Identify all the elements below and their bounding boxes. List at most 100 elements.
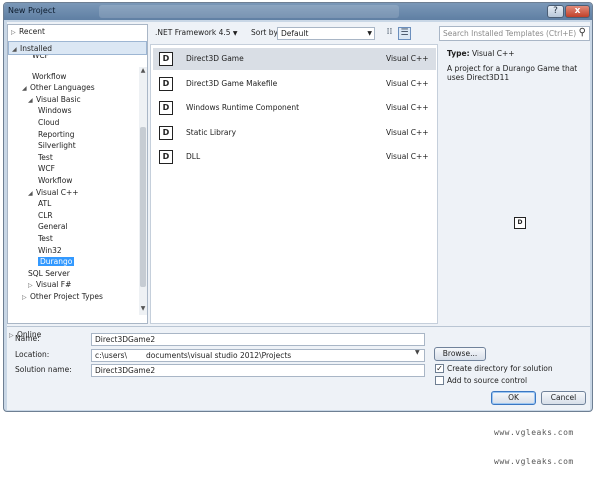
- type-label: Type:: [447, 49, 470, 58]
- tree-item[interactable]: Durango: [38, 256, 75, 268]
- template-icon: D: [159, 52, 173, 66]
- dropdown-arrow-icon[interactable]: ▼: [415, 349, 420, 356]
- template-tree: ▷ Recent ◢ Installed WCF Workflow ◢ Other Lan…: [7, 24, 148, 324]
- dropdown-arrow-icon: ▼: [367, 30, 372, 37]
- tree-item[interactable]: SQL Server: [28, 268, 70, 280]
- template-preview-icon: D: [514, 217, 526, 229]
- scroll-up-icon[interactable]: ▲: [139, 67, 147, 74]
- name-input[interactable]: Direct3DGame2: [91, 333, 425, 346]
- scroll-thumb[interactable]: [140, 127, 146, 287]
- tree-item-label: Workflow: [38, 176, 73, 185]
- tree-item[interactable]: WCF: [38, 163, 55, 175]
- tree-item[interactable]: CLR: [38, 210, 53, 222]
- expand-arrow-icon: ▷: [11, 29, 16, 36]
- template-icon: D: [159, 125, 173, 140]
- template-description: A project for a Durango Game that uses D…: [447, 64, 578, 82]
- create-directory-checkbox[interactable]: ✓: [435, 364, 444, 373]
- cancel-button[interactable]: Cancel: [541, 391, 586, 405]
- collapse-arrow-icon[interactable]: ◢: [28, 95, 36, 107]
- tree-item[interactable]: ◢ Other Languages: [22, 82, 95, 94]
- tree-item-label: ATL: [38, 199, 52, 209]
- title-bar[interactable]: New Project ? x: [4, 3, 592, 20]
- close-button[interactable]: x: [565, 5, 590, 18]
- dropdown-arrow-icon: ▼: [232, 30, 238, 37]
- scroll-down-icon[interactable]: ▼: [139, 305, 147, 312]
- tree-item[interactable]: ▷ Visual F#: [28, 279, 71, 291]
- template-icon: D: [159, 76, 173, 91]
- template-details: Type: Visual C++ A project for a Durango…: [439, 44, 590, 324]
- tree-item[interactable]: ◢ Visual C++: [28, 187, 79, 199]
- template-name: Static Library: [186, 127, 237, 137]
- location-label: Location:: [15, 350, 50, 359]
- tree-item-label: Workflow: [32, 71, 67, 81]
- framework-select[interactable]: .NET Framework 4.5 ▼: [155, 28, 238, 37]
- tree-item[interactable]: Workflow: [32, 71, 66, 83]
- search-templates-input[interactable]: Search Installed Templates (Ctrl+E) ⚲: [439, 26, 590, 41]
- collapse-arrow-icon[interactable]: ◢: [28, 188, 36, 200]
- sort-select[interactable]: Default ▼: [277, 27, 375, 40]
- browse-button[interactable]: Browse...: [434, 347, 486, 361]
- template-row[interactable]: D DLL Visual C++: [153, 146, 436, 168]
- new-project-dialog: New Project ? x ▷ Recent ◢ Installed WCF Wo…: [3, 2, 593, 412]
- tree-item[interactable]: General: [38, 221, 68, 233]
- template-list: D Direct3D Game Visual C++ D Direct3D Game M…: [150, 44, 438, 324]
- tree-item-label: General: [38, 222, 68, 232]
- collapse-arrow-icon: ◢: [12, 46, 17, 53]
- tree-item-label: Visual F#: [36, 280, 72, 290]
- tree-item[interactable]: Test: [38, 152, 53, 164]
- tree-item[interactable]: ▷ Other Project Types: [22, 291, 103, 303]
- template-language: Visual C++: [386, 54, 429, 63]
- expand-arrow-icon[interactable]: ▷: [22, 292, 30, 304]
- source-control-checkbox[interactable]: [435, 376, 444, 385]
- tree-installed[interactable]: ◢ Installed: [8, 41, 147, 55]
- type-value: Visual C++: [471, 49, 515, 58]
- template-icon: D: [159, 150, 173, 164]
- tree-item-label: Other Languages: [30, 83, 95, 93]
- template-language: Visual C++: [386, 78, 429, 88]
- template-row[interactable]: D Static Library Visual C++: [153, 122, 436, 144]
- template-icon: D: [159, 101, 173, 115]
- window-title: New Project: [8, 6, 56, 15]
- tree-item-label: Silverlight: [38, 141, 76, 151]
- list-view-icon[interactable]: ☰: [398, 27, 411, 40]
- tree-item-label: Visual Basic: [36, 94, 81, 104]
- solution-name-input[interactable]: Direct3DGame2: [91, 364, 425, 377]
- tree-item[interactable]: WCF: [32, 55, 49, 61]
- tree-item[interactable]: Win32: [38, 245, 62, 257]
- source-control-label: Add to source control: [447, 376, 528, 385]
- tree-item[interactable]: Workflow: [38, 175, 72, 187]
- name-label: Name:: [15, 334, 40, 343]
- template-language: Visual C++: [386, 103, 429, 112]
- search-icon[interactable]: ⚲: [579, 27, 586, 38]
- tree-item-label: Windows: [38, 106, 72, 116]
- watermark-text: www.vgleaks.com: [494, 457, 574, 466]
- tree-item-label: Visual C++: [36, 187, 79, 197]
- template-name: Windows Runtime Component: [186, 103, 300, 112]
- solution-name-label: Solution name:: [15, 365, 72, 374]
- tree-item[interactable]: ATL: [38, 198, 51, 210]
- template-name: Direct3D Game: [186, 54, 244, 63]
- template-row[interactable]: D Windows Runtime Component Visual C++: [153, 97, 436, 119]
- tree-item[interactable]: ◢ Visual Basic: [28, 94, 81, 106]
- small-icons-view-icon[interactable]: ⁞⁞: [383, 27, 396, 40]
- tree-item-label: Other Project Types: [30, 292, 103, 301]
- help-button[interactable]: ?: [547, 5, 564, 18]
- tree-item-label: Reporting: [38, 129, 75, 139]
- template-language: Visual C++: [386, 152, 429, 161]
- tree-item[interactable]: Cloud: [38, 117, 59, 129]
- tree-item-label: CLR: [38, 210, 53, 220]
- create-directory-label: Create directory for solution: [447, 364, 553, 373]
- sort-label: Sort by:: [251, 28, 280, 37]
- location-input[interactable]: c:\users\ documents\visual studio 2012\P…: [91, 349, 425, 362]
- tree-item[interactable]: Silverlight: [38, 140, 76, 152]
- ok-button[interactable]: OK: [491, 391, 536, 405]
- watermark-text: www.vgleaks.com: [494, 428, 574, 437]
- template-row[interactable]: D Direct3D Game Visual C++: [153, 48, 436, 70]
- tree-item[interactable]: Reporting: [38, 129, 74, 141]
- tree-scrollbar[interactable]: ▲ ▼: [139, 67, 147, 315]
- tree-item[interactable]: Test: [38, 233, 53, 245]
- tree-item-label: Durango: [38, 257, 75, 267]
- template-row[interactable]: D Direct3D Game Makefile Visual C++: [153, 73, 436, 95]
- tree-recent[interactable]: ▷ Recent: [8, 25, 147, 39]
- tree-item[interactable]: Windows: [38, 105, 71, 117]
